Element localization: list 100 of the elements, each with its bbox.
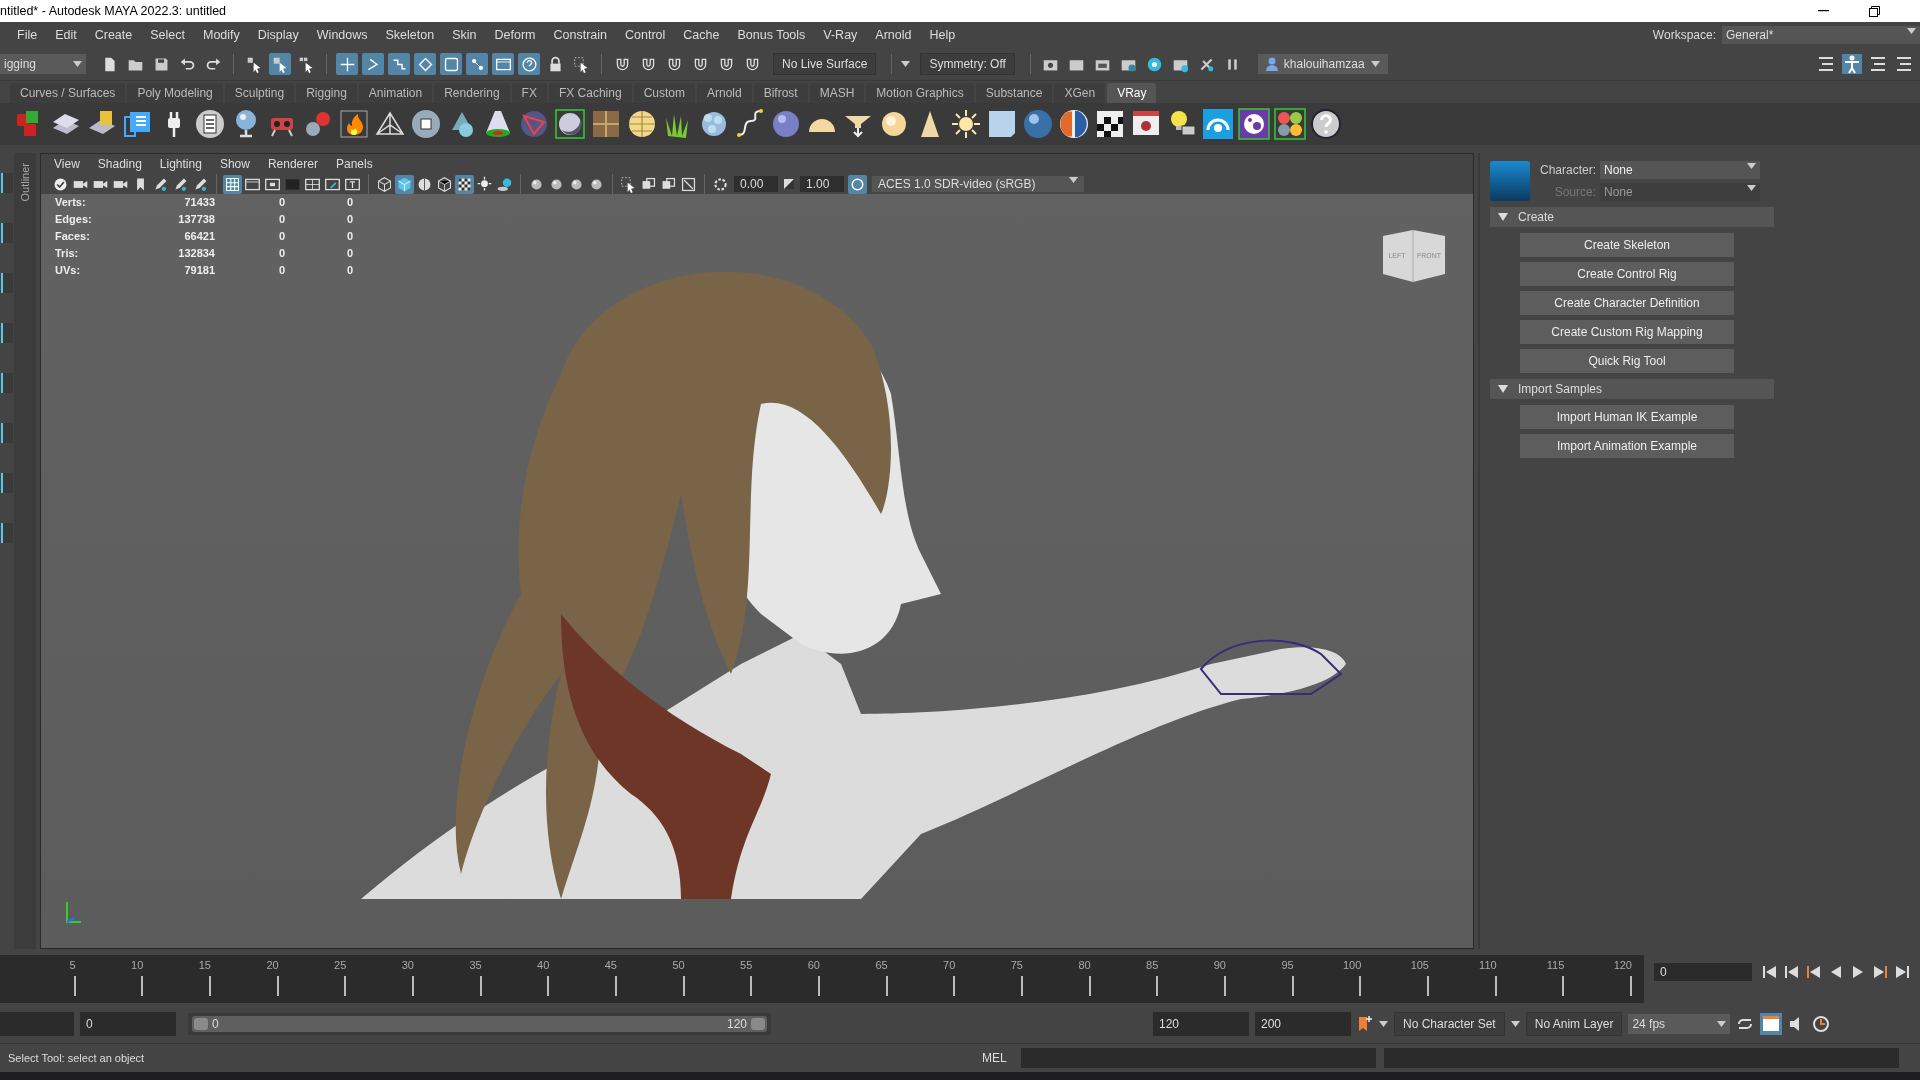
plane-icon[interactable] [986,108,1018,140]
start-field[interactable] [0,1012,74,1036]
curve-icon[interactable] [734,108,766,140]
timeline-ruler[interactable]: 5 10 15 20 25 30 35 40 45 50 55 60 65 70 75 80 85 90 95 100 105 110 115 120 [0,955,1644,1003]
character-dropdown[interactable]: None [1600,161,1761,179]
menu-item[interactable]: Deform [485,28,545,42]
grid-sphere-icon[interactable] [626,108,658,140]
tool-button[interactable] [1,173,13,193]
human-figure-icon[interactable] [1842,54,1862,74]
tool-button[interactable] [1,423,13,443]
select-object-icon[interactable] [269,53,291,75]
moon-icon[interactable] [554,108,586,140]
panel-button[interactable]: Import Animation Example [1520,434,1734,458]
menu-set-dropdown[interactable]: igging [0,54,86,74]
panel-button[interactable]: Create Control Rig [1520,262,1734,286]
attribute-list-icon[interactable] [1868,54,1888,74]
menu-item[interactable]: File [8,28,47,42]
go-to-end-icon[interactable] [1894,965,1910,979]
workspace-dropdown[interactable]: General* [1722,26,1920,44]
shaded-icon[interactable] [395,174,414,194]
tool-button[interactable] [1,273,13,293]
tool-button[interactable] [1,323,13,343]
step-back-frame-icon[interactable] [1784,965,1800,979]
color-space-dropdown[interactable]: ACES 1.0 SDR-video (sRGB) [872,176,1084,192]
cloud-icon[interactable] [1202,108,1234,140]
range-end-handle[interactable] [751,1018,765,1030]
panel-button[interactable]: Create Character Definition [1520,291,1734,315]
menu-item[interactable]: Create [85,28,142,42]
sphere-icon[interactable] [770,108,802,140]
menu-item[interactable]: Skin [443,28,486,42]
menu-item[interactable]: Arnold [866,28,921,42]
panel-menu-item[interactable]: Lighting [150,157,211,171]
exposure-field[interactable]: 0.00 [734,176,778,192]
shelf-tab[interactable]: Rigging [296,83,357,103]
section-header[interactable]: Create [1490,207,1774,227]
shelf-tab[interactable]: Animation [358,83,433,103]
panel-button[interactable]: Create Skeleton [1520,233,1734,257]
shelf-tab[interactable]: Poly Modeling [127,83,223,103]
gamma-field[interactable]: 1.00 [800,176,844,192]
end-field[interactable]: 120 [1153,1012,1249,1036]
tool-button[interactable] [1,473,13,493]
menu-item[interactable]: Display [248,28,308,42]
user-account-dropdown[interactable]: khalouihamzaa [1257,54,1388,74]
checker-icon[interactable] [455,174,474,194]
command-input-field[interactable] [1020,1048,1376,1068]
panel-button[interactable]: Create Custom Rig Mapping [1520,320,1734,344]
texture-tile-icon[interactable] [590,108,622,140]
snap-nodes-icon[interactable] [466,53,488,75]
shelf-tab[interactable]: Bifrost [753,83,808,103]
menu-item[interactable]: Modify [194,28,249,42]
minimize-icon[interactable] [1818,10,1829,12]
help-icon[interactable] [1310,108,1342,140]
script-language-label[interactable]: MEL [968,1051,1021,1065]
shelf-tab[interactable]: XGen [1054,83,1106,103]
shaded-sphere-icon[interactable] [1022,108,1054,140]
snap-grid-icon[interactable] [336,53,358,75]
preferences-icon[interactable] [1812,1015,1831,1033]
current-frame-field[interactable]: 0 [1654,963,1752,981]
fps-dropdown[interactable]: 24 fps [1628,1014,1731,1034]
menu-item[interactable]: Bonus Tools [728,28,815,42]
panel-button[interactable]: Quick Rig Tool [1520,349,1734,373]
panel-menu-item[interactable]: Renderer [258,157,327,171]
menu-item[interactable]: Windows [307,28,377,42]
live-surface-field[interactable]: No Live Surface [773,53,877,75]
section-header[interactable]: Import Samples [1490,379,1774,399]
shelf-tab[interactable]: Curves / Surfaces [10,83,126,103]
step-back-key-icon[interactable] [1806,965,1822,979]
shelf-tab[interactable]: Arnold [696,83,752,103]
grid-icon[interactable] [223,174,242,194]
symmetry-field[interactable]: Symmetry: Off [920,53,1015,75]
playback-range-bar[interactable]: 0 120 [192,1016,767,1032]
tool-button[interactable] [1,373,13,393]
cube-in-sphere-icon[interactable] [410,108,442,140]
go-to-start-icon[interactable] [1762,965,1778,979]
menu-item[interactable]: V-Ray [814,28,867,42]
menu-item[interactable]: Help [920,28,965,42]
shelf-tab[interactable]: Motion Graphics [866,83,974,103]
max-field[interactable]: 200 [1255,1012,1351,1036]
sun-icon[interactable] [950,108,982,140]
shelf-tab[interactable]: Sculpting [224,83,295,103]
textured-icon[interactable] [435,174,454,194]
panel-menu-item[interactable]: Shading [88,157,151,171]
shelf-tab[interactable]: VRay [1107,83,1157,103]
shelf-tab[interactable]: Rendering [434,83,510,103]
snap-step-icon[interactable] [388,53,410,75]
wireframe-icon[interactable] [375,174,394,194]
range-start-field[interactable]: 0 [80,1012,176,1036]
anim-layer-dropdown[interactable]: No Anim Layer [1525,1012,1623,1036]
color-dots-icon[interactable] [1274,108,1306,140]
palette-icon[interactable] [1238,108,1270,140]
menu-item[interactable]: Control [616,28,675,42]
step-forward-key-icon[interactable] [1872,965,1888,979]
outliner-tab[interactable]: Outliner [19,163,31,202]
snap-curve-icon[interactable] [362,53,384,75]
menu-item[interactable]: Cache [674,28,729,42]
document-icon[interactable] [194,108,226,140]
flame-icon[interactable] [338,108,370,140]
snap-point-icon[interactable] [414,53,436,75]
tool-button[interactable] [1,523,13,543]
panel-menu-item[interactable]: Panels [326,157,382,171]
